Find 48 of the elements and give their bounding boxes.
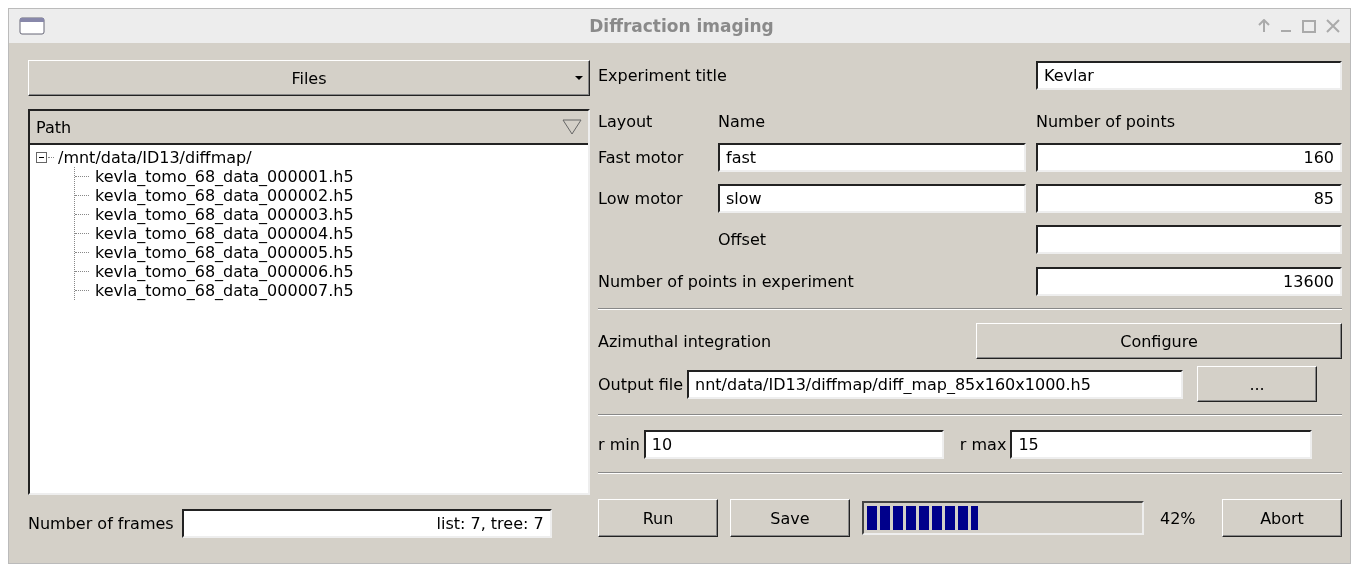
- tree-item[interactable]: kevla_tomo_68_data_000002.h5: [95, 186, 354, 205]
- save-button[interactable]: Save: [730, 499, 850, 537]
- window-icon: [19, 17, 45, 35]
- file-tree[interactable]: [28, 109, 590, 495]
- motor-name-field[interactable]: slow: [718, 184, 1026, 213]
- progress-reading: 42%: [1160, 508, 1196, 528]
- abort-button[interactable]: Abort: [1222, 499, 1342, 537]
- motor-name-field[interactable]: fast: [718, 143, 1026, 172]
- layout-label: Layout: [598, 112, 654, 131]
- window-title: Diffraction imaging: [588, 16, 775, 36]
- experiment-title-field[interactable]: Kevlar: [1036, 60, 1342, 90]
- tree-item[interactable]: kevla_tomo_68_data_000004.h5: [95, 224, 354, 243]
- motor-label: Fast motor: [598, 148, 685, 167]
- motor-label: Low motor: [598, 189, 684, 208]
- total-points-field[interactable]: 13600: [1036, 266, 1342, 296]
- points-field[interactable]: 160: [1036, 143, 1342, 172]
- close-icon[interactable]: [1326, 19, 1340, 33]
- r-min-label: r min: [598, 434, 640, 454]
- tree-item[interactable]: kevla_tomo_68_data_000001.h5: [95, 167, 354, 186]
- offset-label: Offset: [718, 230, 768, 249]
- files-dropdown[interactable]: Files: [28, 60, 590, 96]
- experiment-title-label: Experiment title: [598, 65, 727, 85]
- name-header: Name: [718, 112, 767, 131]
- maximize-icon[interactable]: [1302, 19, 1316, 33]
- points-field[interactable]: 85: [1036, 184, 1342, 213]
- output-file-label: Output file: [598, 374, 684, 394]
- collapse-icon[interactable]: [36, 151, 48, 164]
- r-min-field[interactable]: 10: [643, 429, 944, 459]
- tree-item[interactable]: kevla_tomo_68_data_000007.h5: [95, 281, 354, 300]
- up-arrow-icon[interactable]: [1258, 19, 1270, 33]
- frames-label: Number of frames: [28, 513, 174, 533]
- offset-field[interactable]: [1036, 225, 1342, 254]
- run-button[interactable]: Run: [598, 499, 718, 537]
- tree-item[interactable]: kevla_tomo_68_data_000005.h5: [95, 243, 354, 262]
- filter-icon[interactable]: [562, 119, 582, 135]
- output-file-field[interactable]: nnt/data/ID13/diffmap/diff_map_85x160x1000.h5: [687, 369, 1184, 399]
- browse-button[interactable]: ...: [1197, 366, 1318, 402]
- points-header: Number of points: [1036, 112, 1176, 131]
- r-max-field[interactable]: 15: [1010, 429, 1313, 459]
- frames-field[interactable]: list: 7, tree: 7: [181, 508, 552, 538]
- azimuthal-label: Azimuthal integration: [598, 331, 772, 351]
- r-max-label: r max: [959, 434, 1007, 454]
- tree-item[interactable]: /mnt/data/ID13/diffmap/: [58, 148, 252, 167]
- tree-item[interactable]: kevla_tomo_68_data_000006.h5: [95, 262, 354, 281]
- tree-item[interactable]: kevla_tomo_68_data_000003.h5: [95, 205, 354, 224]
- column-title: Path: [36, 117, 72, 137]
- configure-button[interactable]: Configure: [976, 323, 1342, 359]
- total-points-label: Number of points in experiment: [598, 271, 854, 291]
